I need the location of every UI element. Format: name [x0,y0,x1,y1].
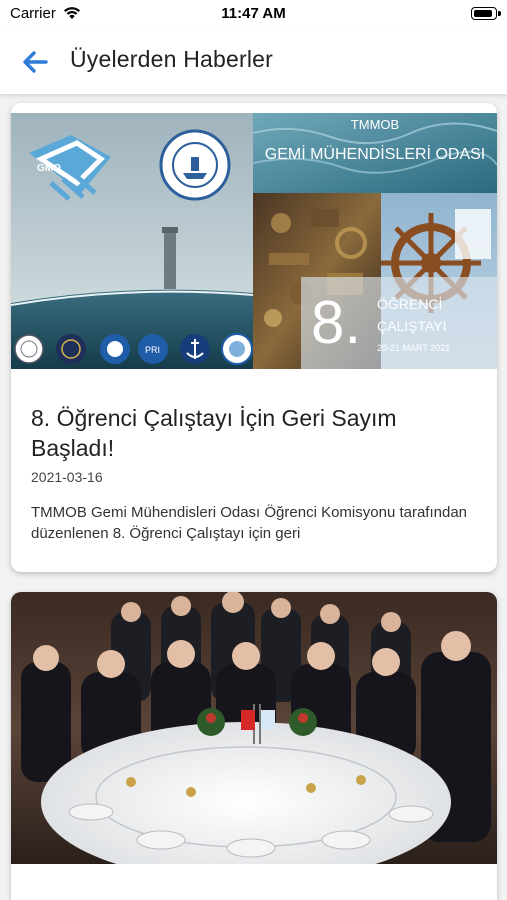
navigation-bar: Üyelerden Haberler [0,28,507,94]
arrow-left-icon [23,51,48,73]
clock: 11:47 AM [221,5,286,22]
news-date: 2021-03-16 [31,469,103,485]
page-title: Üyelerden Haberler [70,46,274,72]
news-list[interactable]: GMO PRI TMMOB GEMİ MÜHENDİSLERİ ODASI 8.… [0,94,507,900]
news-card-body: 8. Öğrenci Çalıştayı İçin Geri Sayım Baş… [31,403,477,544]
back-button[interactable] [18,45,52,79]
battery-icon [471,7,501,20]
event-dates: 20-21 MART 2021 [377,343,450,353]
event-banner-image: GMO PRI TMMOB GEMİ MÜHENDİSLERİ ODASI 8.… [11,113,497,369]
event-line-1: ÖĞRENCİ [377,295,442,312]
banner-org: TMMOB [351,117,399,132]
logo-text: GMO [37,163,61,174]
news-image [11,592,497,864]
news-card[interactable] [11,592,497,900]
event-number: 8. [311,289,361,356]
banquet-photo [11,592,497,864]
flag-icon [241,710,255,730]
status-bar: Carrier 11:47 AM [0,0,507,28]
news-title: 8. Öğrenci Çalıştayı İçin Geri Sayım Baş… [31,405,397,461]
news-card[interactable]: GMO PRI TMMOB GEMİ MÜHENDİSLERİ ODASI 8.… [11,103,497,572]
news-image: GMO PRI TMMOB GEMİ MÜHENDİSLERİ ODASI 8.… [11,113,497,369]
svg-text:PRI: PRI [145,345,160,355]
event-line-2: ÇALIŞTAYI [377,318,447,334]
banner-chamber: GEMİ MÜHENDİSLERİ ODASI [265,144,485,163]
battery-level [474,10,492,17]
news-excerpt: TMMOB Gemi Mühendisleri Odası Öğrenci Ko… [31,504,468,542]
